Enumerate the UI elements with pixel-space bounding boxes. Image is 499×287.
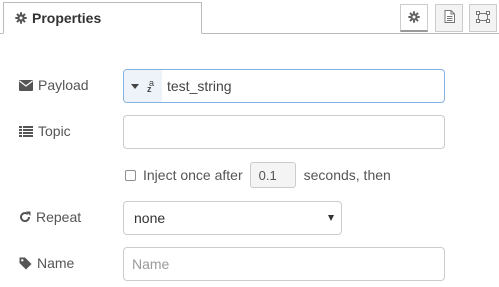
caret-down-icon <box>131 83 139 89</box>
name-input[interactable] <box>123 247 445 281</box>
name-label: Name <box>19 255 74 271</box>
payload-label-text: Payload <box>38 77 89 93</box>
frame-icon <box>476 10 490 26</box>
repeat-label: Repeat <box>19 209 81 225</box>
tab-properties-label: Properties <box>32 10 102 26</box>
string-az-icon: az <box>147 78 155 94</box>
payload-label: Payload <box>19 77 89 93</box>
appearance-tab-button[interactable] <box>469 4 497 32</box>
inject-once-label: Inject once after <box>143 167 243 183</box>
inject-delay-value: 0.1 <box>258 167 277 183</box>
dropdown-arrow-icon <box>328 215 334 221</box>
inject-once-row: Inject once after 0.1 seconds, then <box>123 162 391 188</box>
topic-label: Topic <box>19 123 71 139</box>
topic-input[interactable] <box>123 115 445 149</box>
repeat-select[interactable]: none <box>123 201 342 235</box>
repeat-selected-value: none <box>134 210 166 226</box>
inject-delay-spinner[interactable]: 0.1 <box>249 162 296 188</box>
gear-icon <box>15 12 27 24</box>
tab-properties[interactable]: Properties <box>3 2 202 34</box>
tag-icon <box>19 257 32 270</box>
payload-value[interactable]: test_string <box>167 78 232 94</box>
settings-tab-button[interactable] <box>400 4 428 32</box>
description-tab-button[interactable] <box>435 4 463 32</box>
name-label-text: Name <box>37 255 75 271</box>
inject-suffix-label: seconds, then <box>303 167 391 183</box>
repeat-label-text: Repeat <box>36 209 82 225</box>
refresh-icon <box>19 211 31 223</box>
envelope-icon <box>19 79 33 91</box>
node-edit-dialog: Properties Payload a z test_string Topic… <box>0 0 499 287</box>
inject-once-checkbox[interactable] <box>125 169 136 181</box>
gear-icon <box>408 10 420 26</box>
payload-typed-input[interactable]: az test_string <box>123 69 445 103</box>
tab-strip: Properties <box>0 0 499 34</box>
document-icon <box>444 10 455 26</box>
payload-type-selector[interactable]: az <box>124 70 162 102</box>
topic-label-text: Topic <box>38 123 71 139</box>
list-icon <box>19 125 33 137</box>
